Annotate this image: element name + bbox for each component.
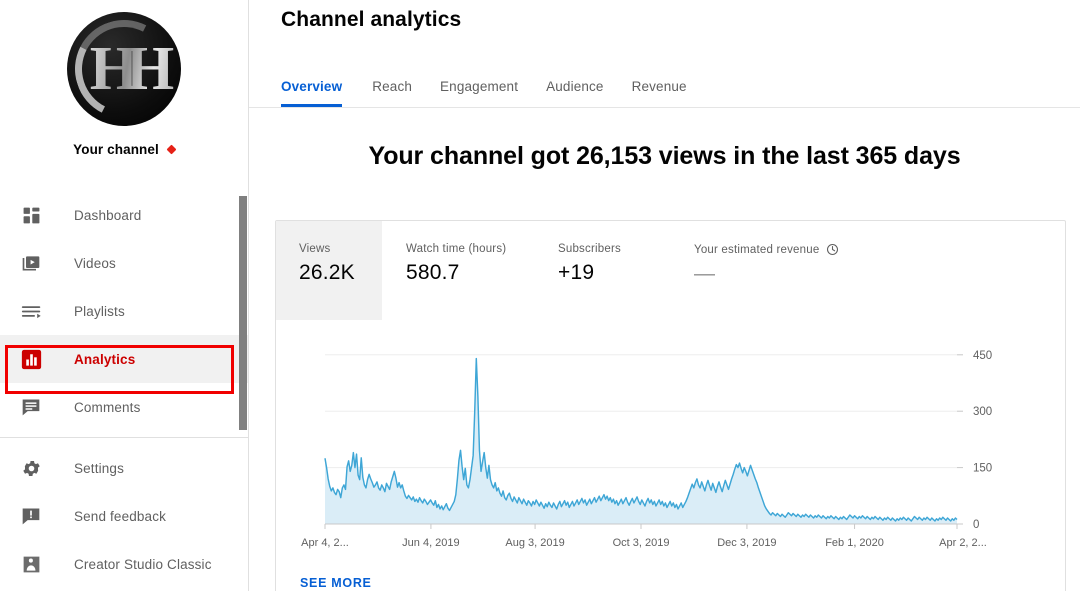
svg-text:0: 0: [973, 519, 979, 531]
sidebar-divider: [0, 437, 248, 438]
metric-value: +19: [558, 261, 595, 284]
sidebar-item-creator-studio-classic[interactable]: Creator Studio Classic: [0, 540, 248, 588]
comments-icon: [18, 394, 44, 420]
tab-revenue[interactable]: Revenue: [618, 66, 701, 107]
metric-card-watch-time[interactable]: Watch time (hours) 580.7: [382, 221, 534, 320]
analytics-icon: [18, 346, 44, 372]
sidebar-item-label: Send feedback: [74, 508, 167, 524]
svg-text:Apr 2, 2...: Apr 2, 2...: [939, 537, 987, 549]
metric-value: 580.7: [406, 261, 460, 284]
metric-label: Views: [299, 243, 331, 255]
metric-label: Watch time (hours): [406, 243, 507, 255]
channel-avatar[interactable]: HH: [67, 12, 181, 126]
tab-audience[interactable]: Audience: [532, 66, 618, 107]
main-content: Channel analytics Overview Reach Engagem…: [249, 0, 1080, 591]
sidebar-item-label: Comments: [74, 399, 141, 415]
tab-label: Overview: [281, 79, 343, 94]
dashboard-icon: [18, 202, 44, 228]
metric-value: —: [694, 262, 716, 285]
feedback-icon: [18, 503, 44, 529]
sidebar: HH Your channel Dashboard Videos Playlis…: [0, 0, 249, 591]
page-title: Channel analytics: [281, 8, 462, 31]
avatar-initials: HH: [67, 12, 181, 126]
analytics-tabs: Overview Reach Engagement Audience Reven…: [249, 66, 1080, 108]
tab-engagement[interactable]: Engagement: [426, 66, 532, 107]
svg-text:Aug 3, 2019: Aug 3, 2019: [505, 537, 564, 549]
chart-x-tick-labels: Apr 4, 2... Jun 4, 2019 Aug 3, 2019 Oct 3, …: [301, 537, 987, 549]
see-more-link[interactable]: SEE MORE: [300, 576, 372, 590]
tab-label: Audience: [546, 79, 604, 94]
svg-text:450: 450: [973, 350, 992, 362]
sidebar-item-label: Analytics: [74, 351, 136, 367]
chart-series: [324, 357, 958, 524]
metric-card-subscribers[interactable]: Subscribers +19: [534, 221, 670, 320]
views-area-chart[interactable]: 0 150 300 450 Apr 4, 2... Jun 4, 2019 Aug 3, …: [276, 320, 1065, 570]
sidebar-item-label: Creator Studio Classic: [74, 556, 212, 572]
tab-label: Revenue: [631, 79, 687, 94]
svg-text:Dec 3, 2019: Dec 3, 2019: [717, 537, 776, 549]
tab-label: Engagement: [440, 79, 519, 94]
sidebar-item-comments[interactable]: Comments: [0, 383, 248, 431]
creator-studio-classic-icon: [18, 551, 44, 577]
svg-text:Jun 4, 2019: Jun 4, 2019: [402, 537, 460, 549]
tab-overview[interactable]: Overview: [281, 66, 358, 107]
metric-card-estimated-revenue[interactable]: Your estimated revenue —: [670, 221, 930, 320]
sidebar-scrollbar[interactable]: [239, 0, 247, 591]
sidebar-item-playlists[interactable]: Playlists: [0, 287, 248, 335]
sidebar-item-label: Dashboard: [74, 207, 142, 223]
sidebar-item-videos[interactable]: Videos: [0, 239, 248, 287]
svg-text:300: 300: [973, 406, 992, 418]
metric-label: Subscribers: [558, 243, 621, 255]
playlists-icon: [18, 298, 44, 324]
tab-reach[interactable]: Reach: [358, 66, 426, 107]
metric-label-row: Your estimated revenue: [694, 243, 930, 256]
metric-value: 26.2K: [299, 261, 355, 284]
red-diamond-dot-icon: [166, 144, 177, 155]
metric-label: Your estimated revenue: [694, 243, 820, 256]
sidebar-item-dashboard[interactable]: Dashboard: [0, 191, 248, 239]
sidebar-item-analytics[interactable]: Analytics: [0, 335, 248, 383]
svg-text:Oct 3, 2019: Oct 3, 2019: [613, 537, 670, 549]
youtube-studio-analytics-page: HH Your channel Dashboard Videos Playlis…: [0, 0, 1080, 591]
chart-y-tick-labels: 0 150 300 450: [973, 350, 992, 531]
metric-card-views[interactable]: Views 26.2K: [276, 221, 382, 320]
sidebar-item-send-feedback[interactable]: Send feedback: [0, 492, 248, 540]
gear-icon: [18, 455, 44, 481]
metrics-row: Views 26.2K Watch time (hours) 580.7 Sub…: [276, 221, 1065, 320]
overview-card: Views 26.2K Watch time (hours) 580.7 Sub…: [275, 220, 1066, 591]
sidebar-primary-nav: Dashboard Videos Playlists Analytics Com…: [0, 191, 248, 431]
channel-block: HH Your channel: [0, 0, 248, 157]
headline: Your channel got 26,153 views in the las…: [368, 142, 961, 170]
svg-text:Apr 4, 2...: Apr 4, 2...: [301, 537, 349, 549]
chart-svg: 0 150 300 450 Apr 4, 2... Jun 4, 2019 Aug 3, …: [301, 350, 992, 549]
channel-name-row[interactable]: Your channel: [0, 142, 248, 157]
clock-icon: [826, 243, 839, 256]
sidebar-item-label: Playlists: [74, 303, 125, 319]
sidebar-secondary-nav: Settings Send feedback Creator Studio Cl…: [0, 444, 248, 588]
videos-icon: [18, 250, 44, 276]
sidebar-item-label: Videos: [74, 255, 116, 271]
svg-text:150: 150: [973, 463, 992, 475]
svg-text:Feb 1, 2020: Feb 1, 2020: [825, 537, 884, 549]
sidebar-item-settings[interactable]: Settings: [0, 444, 248, 492]
sidebar-item-label: Settings: [74, 460, 124, 476]
sidebar-scrollbar-thumb[interactable]: [239, 196, 247, 430]
channel-name: Your channel: [73, 142, 159, 157]
tab-label: Reach: [372, 79, 413, 94]
